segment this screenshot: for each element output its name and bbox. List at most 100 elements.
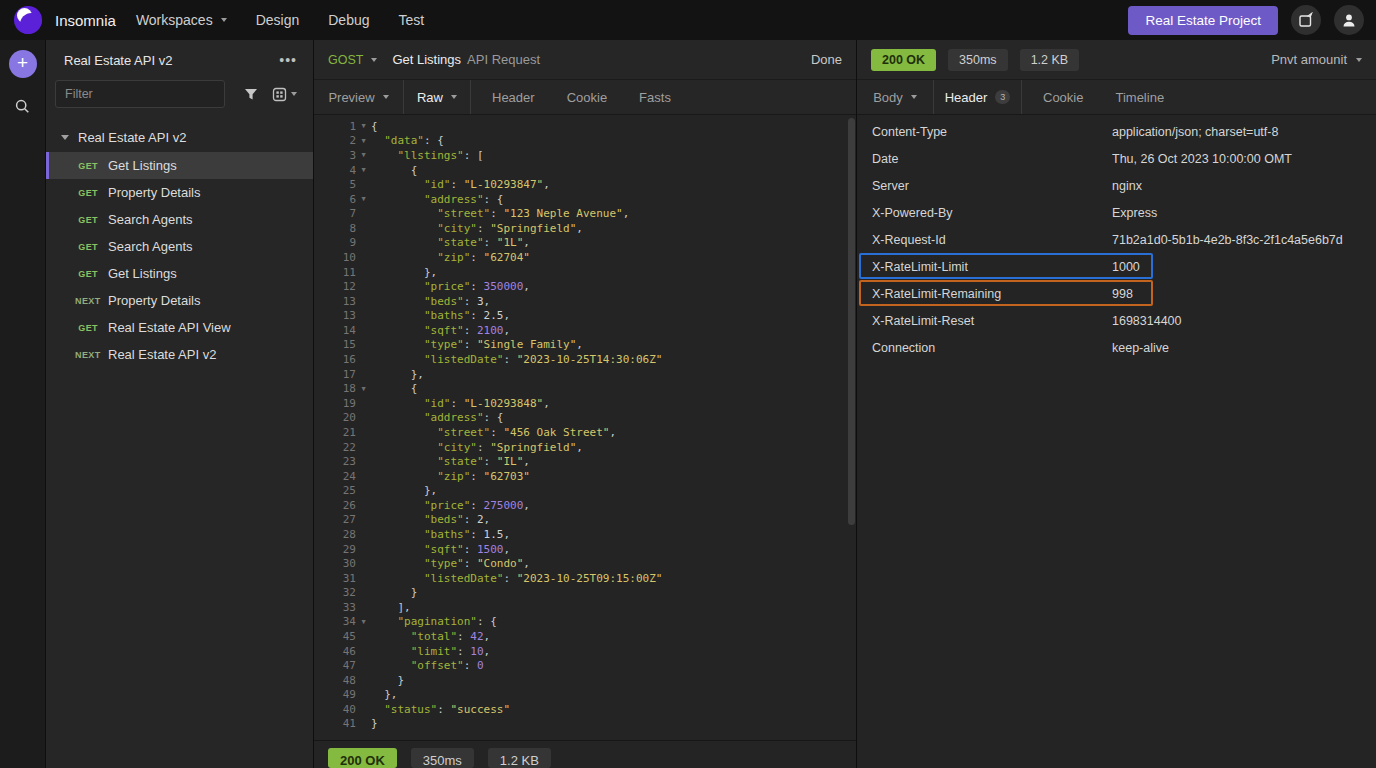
code-text: "data": {: [371, 134, 444, 147]
tab-preview-dropdown[interactable]: Preview▼: [314, 80, 404, 114]
code-text: "street": "123 Neple Avenue",: [371, 207, 629, 220]
line-number: 46: [314, 645, 356, 658]
chevron-down-icon: ▼: [451, 95, 457, 99]
request-method-tag: GET: [75, 323, 98, 333]
search-button[interactable]: [14, 98, 31, 115]
response-header-row: Content-Typeapplication/json; charset=ut…: [857, 118, 1376, 145]
tab-header[interactable]: Header: [481, 80, 546, 114]
sidebar-request-item[interactable]: GETSearch Agents: [46, 206, 313, 233]
user-avatar-icon: [1341, 12, 1357, 28]
code-text: }: [371, 586, 417, 599]
code-text: }: [371, 674, 404, 687]
request-method-tag: GET: [75, 161, 98, 171]
fold-toggle-icon[interactable]: ▼: [356, 385, 371, 393]
response-header-row: X-Powered-ByExpress: [857, 199, 1376, 226]
fold-toggle-icon[interactable]: ▼: [356, 122, 371, 130]
line-number: 9: [314, 236, 356, 249]
code-text: "city": "Springfield",: [371, 222, 583, 235]
sidebar-request-item[interactable]: GETSearch Agents: [46, 233, 313, 260]
response-header-row: X-RateLimit-Reset1698314400: [857, 307, 1376, 334]
code-text: "type": "Condo",: [371, 557, 530, 570]
request-method-tag: GET: [75, 242, 98, 252]
line-number: 20: [314, 411, 356, 424]
code-line: 7 "street": "123 Neple Avenue",: [314, 206, 856, 221]
tab-body-dropdown[interactable]: Body▼: [857, 80, 934, 114]
menu-design[interactable]: Design: [256, 12, 300, 28]
header-name: X-Powered-By: [857, 206, 1112, 220]
line-number: 19: [314, 397, 356, 410]
status-badge: 200 OK: [328, 748, 397, 768]
header-name: X-RateLimit-Remaining: [857, 287, 1112, 301]
fold-toggle-icon[interactable]: ▼: [356, 618, 371, 626]
code-text: "price": 350000,: [371, 280, 530, 293]
insomnia-logo-icon[interactable]: [14, 6, 42, 34]
code-line: 5 "id": "L-10293847",: [314, 177, 856, 192]
header-value: nginx: [1112, 179, 1142, 193]
filter-options-button[interactable]: [244, 88, 258, 101]
code-text: "address": {: [371, 411, 503, 424]
history-dropdown[interactable]: Pnvt amounit▼: [1271, 52, 1362, 67]
code-line: 30 "type": "Condo",: [314, 556, 856, 571]
code-text: "state": "1L",: [371, 236, 530, 249]
menu-workspaces[interactable]: Workspaces▼: [136, 12, 227, 28]
chevron-down-icon: ▼: [371, 58, 377, 62]
response-body-code[interactable]: 1▼{2▼ "data": {3▼ "llstings": [4▼ {5 "id…: [314, 115, 856, 740]
response-headers-table: Content-Typeapplication/json; charset=ut…: [857, 115, 1376, 361]
menu-test[interactable]: Test: [399, 12, 425, 28]
tab-raw[interactable]: Raw▼: [404, 80, 471, 114]
tab-response-timeline[interactable]: Timeline: [1104, 80, 1175, 114]
code-text: },: [371, 688, 398, 701]
new-window-button[interactable]: [1291, 5, 1321, 35]
sidebar-request-item[interactable]: GETGet Listings: [46, 260, 313, 287]
response-size-chip: 1.2 KB: [488, 748, 551, 768]
done-button[interactable]: Done: [811, 52, 842, 67]
header-name: Connection: [857, 341, 1112, 355]
fold-toggle-icon[interactable]: ▼: [356, 195, 371, 203]
tree-root-folder[interactable]: ▼ Real Estate API v2: [46, 124, 313, 150]
tab-response-header[interactable]: Header3: [934, 80, 1022, 114]
tab-fasts[interactable]: Fasts: [628, 80, 682, 114]
code-line: 28 "baths": 1.5,: [314, 527, 856, 542]
workspace-menu-button[interactable]: •••: [279, 52, 297, 68]
fold-toggle-icon[interactable]: ▼: [356, 166, 371, 174]
response-time-chip: 350ms: [948, 49, 1008, 71]
menu-debug[interactable]: Debug: [328, 12, 369, 28]
tab-cookie[interactable]: Cookie: [556, 80, 618, 114]
code-line: 24 "zip": "62703": [314, 469, 856, 484]
request-method-tag: NEXT: [75, 296, 98, 306]
header-value: keep-alive: [1112, 341, 1169, 355]
sidebar-request-item[interactable]: GETGet Listings: [46, 152, 313, 179]
account-button[interactable]: [1334, 5, 1364, 35]
request-method-tag: NEXT: [75, 350, 98, 360]
code-text: "zip": "62704": [371, 251, 530, 264]
request-label: Get Listings: [108, 266, 177, 281]
project-button[interactable]: Real Estate Project: [1128, 6, 1278, 35]
response-pane: 200 OK 350ms 1.2 KB Pnvt amounit▼ Body▼ …: [857, 40, 1376, 768]
line-number: 41: [314, 717, 356, 730]
code-text: "sqft": 1500,: [371, 543, 510, 556]
line-number: 4: [314, 164, 356, 177]
app-title: Insomnia: [55, 12, 116, 29]
line-number: 48: [314, 674, 356, 687]
fold-toggle-icon[interactable]: ▼: [356, 151, 371, 159]
fold-toggle-icon[interactable]: ▼: [356, 137, 371, 145]
chevron-expanded-icon: ▼: [61, 135, 69, 140]
sidebar-display-button[interactable]: ▼: [272, 87, 297, 102]
sidebar-request-item[interactable]: NEXTProperty Details: [46, 287, 313, 314]
response-header-row: X-RateLimit-Remaining998: [857, 280, 1376, 307]
filter-input[interactable]: [55, 80, 225, 108]
code-line: 47 "offset": 0: [314, 658, 856, 673]
code-line: 32 }: [314, 586, 856, 601]
line-number: 5: [314, 178, 356, 191]
create-new-button[interactable]: +: [9, 50, 37, 78]
scrollbar-thumb[interactable]: [848, 118, 855, 525]
sidebar-request-item[interactable]: GETProperty Details: [46, 179, 313, 206]
request-label: Search Agents: [108, 212, 193, 227]
sidebar-request-item[interactable]: NEXTReal Estate API v2: [46, 341, 313, 368]
request-method[interactable]: GOST: [328, 53, 363, 67]
sidebar-request-item[interactable]: GETReal Estate API View: [46, 314, 313, 341]
code-line: 13 "baths": 2.5,: [314, 309, 856, 324]
tab-response-cookie[interactable]: Cookie: [1032, 80, 1094, 114]
header-name: Date: [857, 152, 1112, 166]
line-number: 16: [314, 353, 356, 366]
